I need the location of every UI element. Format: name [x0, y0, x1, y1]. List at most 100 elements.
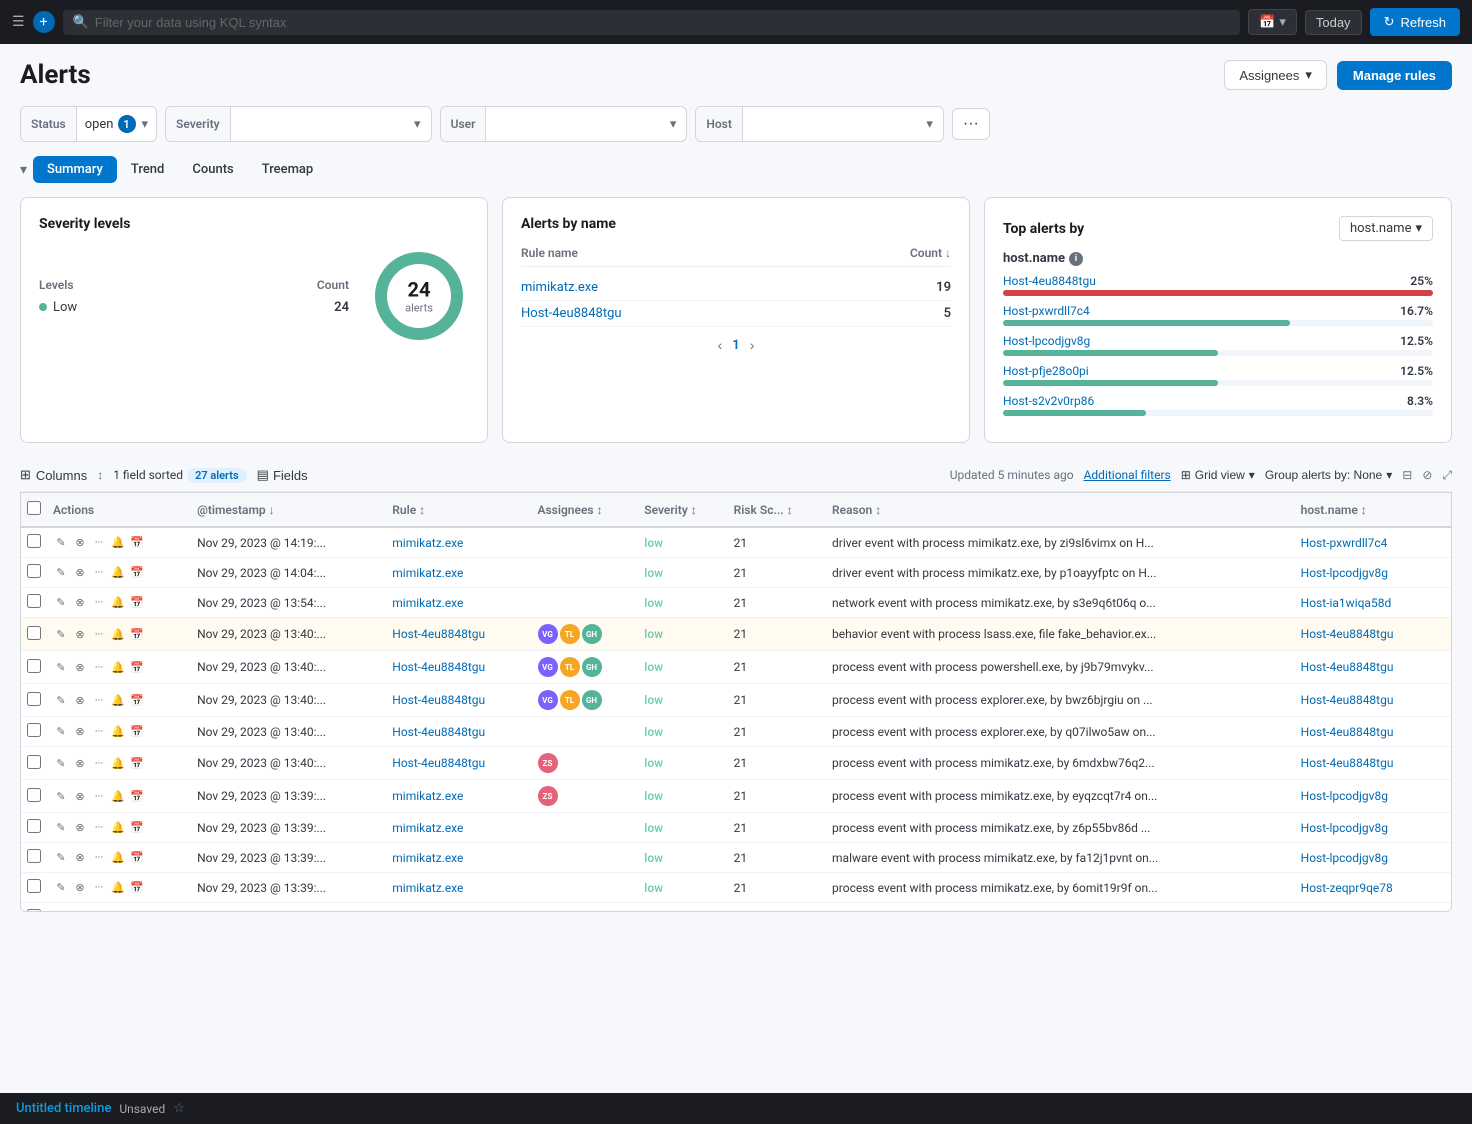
row-checkbox-11[interactable] [27, 879, 41, 893]
bell-icon[interactable]: 🔔 [110, 788, 126, 804]
row-hostname-0[interactable]: Host-pxwrdll7c4 [1295, 527, 1451, 558]
row-hostname-1[interactable]: Host-lpcodjgv8g [1295, 558, 1451, 588]
row-hostname-9[interactable]: Host-lpcodjgv8g [1295, 813, 1451, 843]
pencil-icon[interactable]: ✎ [53, 880, 69, 896]
share-icon[interactable]: ⊗ [72, 880, 88, 896]
hostname-link-10[interactable]: Host-lpcodjgv8g [1301, 851, 1388, 865]
bar-name-0[interactable]: Host-4eu8848tgu [1003, 274, 1096, 288]
hostname-link-0[interactable]: Host-pxwrdll7c4 [1301, 536, 1388, 550]
more-icon[interactable]: ··· [91, 850, 107, 866]
select-all-checkbox[interactable] [27, 501, 41, 515]
hostname-link-12[interactable]: Host-v2z2mlb0d6c [1301, 911, 1402, 913]
share-icon[interactable]: ⊗ [72, 659, 88, 675]
status-filter-value[interactable]: open 1 ▾ [77, 115, 156, 133]
col-severity[interactable]: Severity ↕ [638, 493, 727, 527]
hostname-link-5[interactable]: Host-4eu8848tgu [1301, 693, 1394, 707]
today-button[interactable]: Today [1305, 10, 1362, 35]
fields-button[interactable]: ▤ Fields [257, 467, 308, 483]
share-icon[interactable]: ⊗ [72, 724, 88, 740]
expand-icon[interactable]: ⤢ [1442, 468, 1452, 483]
row-rule-0[interactable]: mimikatz.exe [386, 527, 531, 558]
host-filter-select[interactable]: ▾ [743, 117, 943, 132]
assignees-button[interactable]: Assignees ▾ [1224, 60, 1327, 90]
more-icon[interactable]: ··· [91, 880, 107, 896]
share-icon[interactable]: ⊗ [72, 910, 88, 913]
tab-counts[interactable]: Counts [178, 156, 247, 183]
share-icon[interactable]: ⊗ [72, 565, 88, 581]
columns-button[interactable]: ⊞ Columns [20, 467, 87, 483]
timeline-link[interactable]: Untitled timeline [16, 1101, 111, 1116]
pencil-icon[interactable]: ✎ [53, 626, 69, 642]
row-checkbox-8[interactable] [27, 788, 41, 802]
more-icon[interactable]: ··· [91, 724, 107, 740]
row-hostname-6[interactable]: Host-4eu8848tgu [1295, 717, 1451, 747]
row-hostname-8[interactable]: Host-lpcodjgv8g [1295, 780, 1451, 813]
row-rule-5[interactable]: Host-4eu8848tgu [386, 684, 531, 717]
view-toggle-icon[interactable]: ⊟ [1402, 468, 1412, 482]
hostname-link-8[interactable]: Host-lpcodjgv8g [1301, 789, 1388, 803]
share-icon[interactable]: ⊗ [72, 850, 88, 866]
bar-name-1[interactable]: Host-pxwrdll7c4 [1003, 304, 1090, 318]
row-hostname-4[interactable]: Host-4eu8848tgu [1295, 651, 1451, 684]
more-icon[interactable]: ··· [91, 626, 107, 642]
row-rule-11[interactable]: mimikatz.exe [386, 873, 531, 903]
pencil-icon[interactable]: ✎ [53, 755, 69, 771]
share-icon[interactable]: ⊗ [72, 626, 88, 642]
hostname-link-1[interactable]: Host-lpcodjgv8g [1301, 566, 1388, 580]
pencil-icon[interactable]: ✎ [53, 659, 69, 675]
share-icon[interactable]: ⊗ [72, 595, 88, 611]
row-checkbox-7[interactable] [27, 755, 41, 769]
row-rule-1[interactable]: mimikatz.exe [386, 558, 531, 588]
rule-link-5[interactable]: Host-4eu8848tgu [392, 693, 485, 707]
severity-filter-select[interactable]: ▾ [231, 117, 431, 132]
row-select-cell[interactable] [21, 903, 47, 913]
row-hostname-12[interactable]: Host-v2z2mlb0d6c [1295, 903, 1451, 913]
select-all-header[interactable] [21, 493, 47, 527]
tab-trend[interactable]: Trend [117, 156, 178, 183]
rule-link-11[interactable]: mimikatz.exe [392, 881, 463, 895]
calendar-row-icon[interactable]: 📅 [129, 659, 145, 675]
row-select-cell[interactable] [21, 780, 47, 813]
pencil-icon[interactable]: ✎ [53, 565, 69, 581]
hostname-link-11[interactable]: Host-zeqpr9qe78 [1301, 881, 1393, 895]
row-checkbox-2[interactable] [27, 594, 41, 608]
row-hostname-3[interactable]: Host-4eu8848tgu [1295, 618, 1451, 651]
calendar-row-icon[interactable]: 📅 [129, 820, 145, 836]
row-rule-3[interactable]: Host-4eu8848tgu [386, 618, 531, 651]
row-select-cell[interactable] [21, 684, 47, 717]
more-icon[interactable]: ··· [91, 910, 107, 913]
bell-icon[interactable]: 🔔 [110, 565, 126, 581]
tab-summary[interactable]: Summary [33, 156, 117, 183]
more-icon[interactable]: ··· [91, 692, 107, 708]
bell-icon[interactable]: 🔔 [110, 910, 126, 913]
row-rule-6[interactable]: Host-4eu8848tgu [386, 717, 531, 747]
row-rule-4[interactable]: Host-4eu8848tgu [386, 651, 531, 684]
calendar-row-icon[interactable]: 📅 [129, 724, 145, 740]
row-hostname-10[interactable]: Host-lpcodjgv8g [1295, 843, 1451, 873]
menu-icon[interactable]: ☰ [12, 14, 25, 30]
manage-rules-button[interactable]: Manage rules [1337, 61, 1452, 90]
row-rule-2[interactable]: mimikatz.exe [386, 588, 531, 618]
col-reason[interactable]: Reason ↕ [826, 493, 1295, 527]
row-select-cell[interactable] [21, 558, 47, 588]
pencil-icon[interactable]: ✎ [53, 692, 69, 708]
calendar-row-icon[interactable]: 📅 [129, 910, 145, 913]
additional-filters-link[interactable]: Additional filters [1084, 468, 1171, 482]
more-icon[interactable]: ··· [91, 755, 107, 771]
pencil-icon[interactable]: ✎ [53, 910, 69, 913]
bell-icon[interactable]: 🔔 [110, 755, 126, 771]
collapse-button[interactable]: ▾ [20, 161, 27, 178]
pencil-icon[interactable]: ✎ [53, 850, 69, 866]
hostname-link-9[interactable]: Host-lpcodjgv8g [1301, 821, 1388, 835]
row-select-cell[interactable] [21, 618, 47, 651]
rule-link-8[interactable]: mimikatz.exe [392, 789, 463, 803]
row-select-cell[interactable] [21, 717, 47, 747]
row-rule-10[interactable]: mimikatz.exe [386, 843, 531, 873]
bar-name-4[interactable]: Host-s2v2v0rp86 [1003, 394, 1094, 408]
top-alerts-select[interactable]: host.name ▾ [1339, 216, 1433, 241]
calendar-row-icon[interactable]: 📅 [129, 850, 145, 866]
prev-page-button[interactable]: ‹ [718, 337, 723, 353]
share-icon[interactable]: ⊗ [72, 788, 88, 804]
bell-icon[interactable]: 🔔 [110, 850, 126, 866]
row-rule-7[interactable]: Host-4eu8848tgu [386, 747, 531, 780]
